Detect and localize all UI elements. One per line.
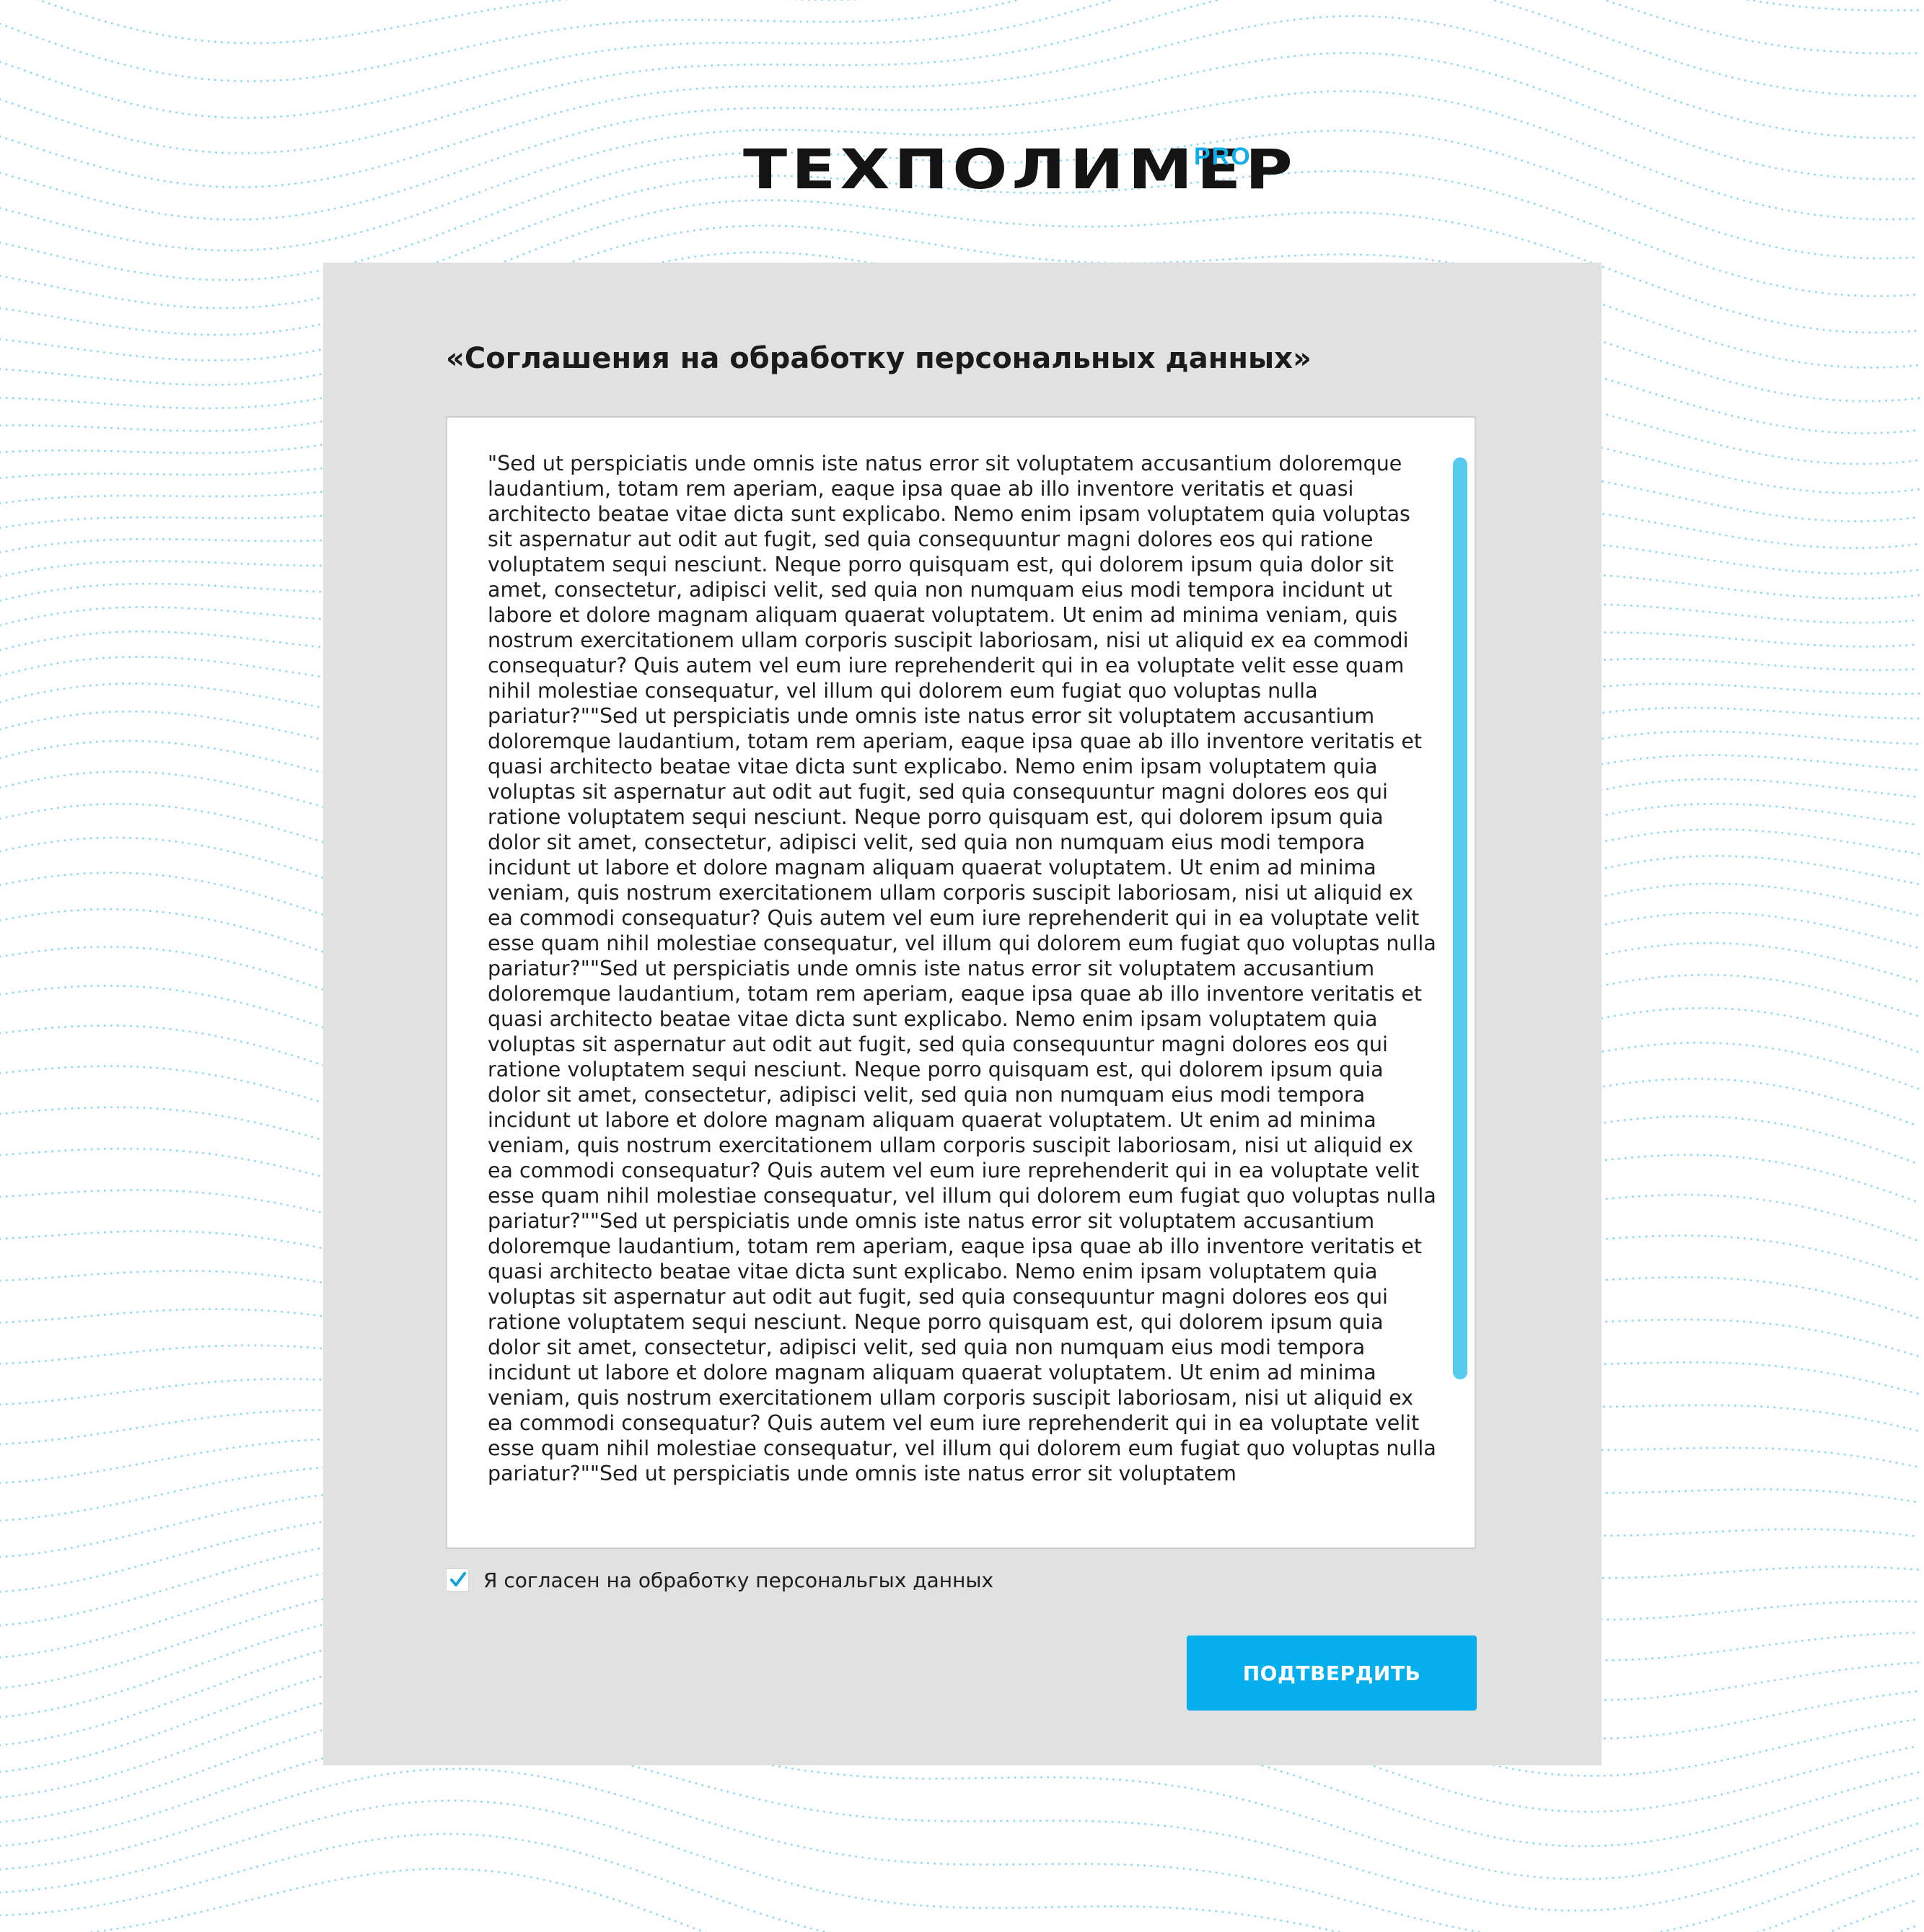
wave-line (0, 1799, 1920, 1932)
confirm-button[interactable]: ПОДТВЕРДИТЬ (1187, 1635, 1477, 1711)
wave-line (0, 1832, 1920, 1932)
wave-line (0, 0, 1920, 83)
agreement-text: "Sed ut perspiciatis unde omnis iste nat… (488, 452, 1436, 1485)
wave-line (0, 0, 1920, 154)
brand-suffix: PRO (1194, 143, 1252, 170)
scrollbar[interactable] (1446, 418, 1475, 1547)
agreement-text-box[interactable]: "Sed ut perspiciatis unde omnis iste nat… (446, 416, 1476, 1549)
consent-label: Я согласен на обработку персональгых дан… (483, 1568, 994, 1592)
consent-checkbox[interactable] (446, 1568, 469, 1591)
wave-line (85, 1867, 1920, 1932)
brand-logo: ТЕХПОЛИМЕР PRO (743, 137, 1293, 202)
agreement-dialog: «Соглашения на обработку персональных да… (323, 263, 1602, 1765)
scrollbar-thumb[interactable] (1453, 457, 1467, 1379)
dialog-title: «Соглашения на обработку персональных да… (446, 342, 1312, 375)
checkmark-icon (450, 1572, 466, 1586)
wave-line (0, 0, 1920, 120)
consent-row[interactable]: Я согласен на обработку персональгых дан… (446, 1564, 993, 1596)
wave-line (36, 0, 869, 45)
